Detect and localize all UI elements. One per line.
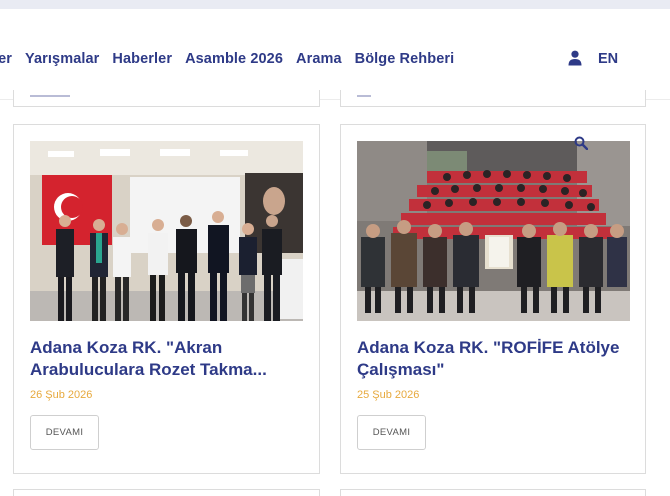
card-below-right	[340, 489, 646, 496]
news-title[interactable]: Adana Koza RK. "Akran Arabuluculara Roze…	[30, 337, 306, 381]
language-switch[interactable]: EN	[598, 51, 618, 67]
card-above-right	[340, 90, 646, 107]
nav-item-haberler[interactable]: Haberler	[112, 51, 172, 67]
user-icon[interactable]	[568, 50, 582, 66]
card-above-left	[13, 90, 320, 107]
card-below-left	[13, 489, 320, 496]
news-card: Adana Koza RK. "Akran Arabuluculara Roze…	[13, 124, 320, 474]
site-header: ler Yarışmalar Haberler Asamble 2026 Ara…	[0, 14, 670, 100]
news-photo[interactable]	[30, 141, 303, 321]
news-photo[interactable]	[357, 141, 630, 321]
nav-item-yarismalar[interactable]: Yarışmalar	[25, 51, 99, 67]
news-card: Adana Koza RK. "ROFİFE Atölye Çalışması"…	[340, 124, 646, 474]
top-strip	[0, 0, 670, 9]
news-date: 25 Şub 2026	[357, 389, 420, 401]
nav-item-asamble[interactable]: Asamble 2026	[185, 51, 283, 67]
read-more-button[interactable]: DEVAMI	[357, 415, 426, 450]
main-nav: ler Yarışmalar Haberler Asamble 2026 Ara…	[0, 51, 454, 67]
news-title[interactable]: Adana Koza RK. "ROFİFE Atölye Çalışması"	[357, 337, 633, 381]
nav-item-partial[interactable]: ler	[0, 51, 12, 67]
nav-item-arama[interactable]: Arama	[296, 51, 342, 67]
search-icon[interactable]	[574, 136, 588, 150]
read-more-button[interactable]: DEVAMI	[30, 415, 99, 450]
news-date: 26 Şub 2026	[30, 389, 93, 401]
nav-item-bolge-rehberi[interactable]: Bölge Rehberi	[355, 51, 455, 67]
